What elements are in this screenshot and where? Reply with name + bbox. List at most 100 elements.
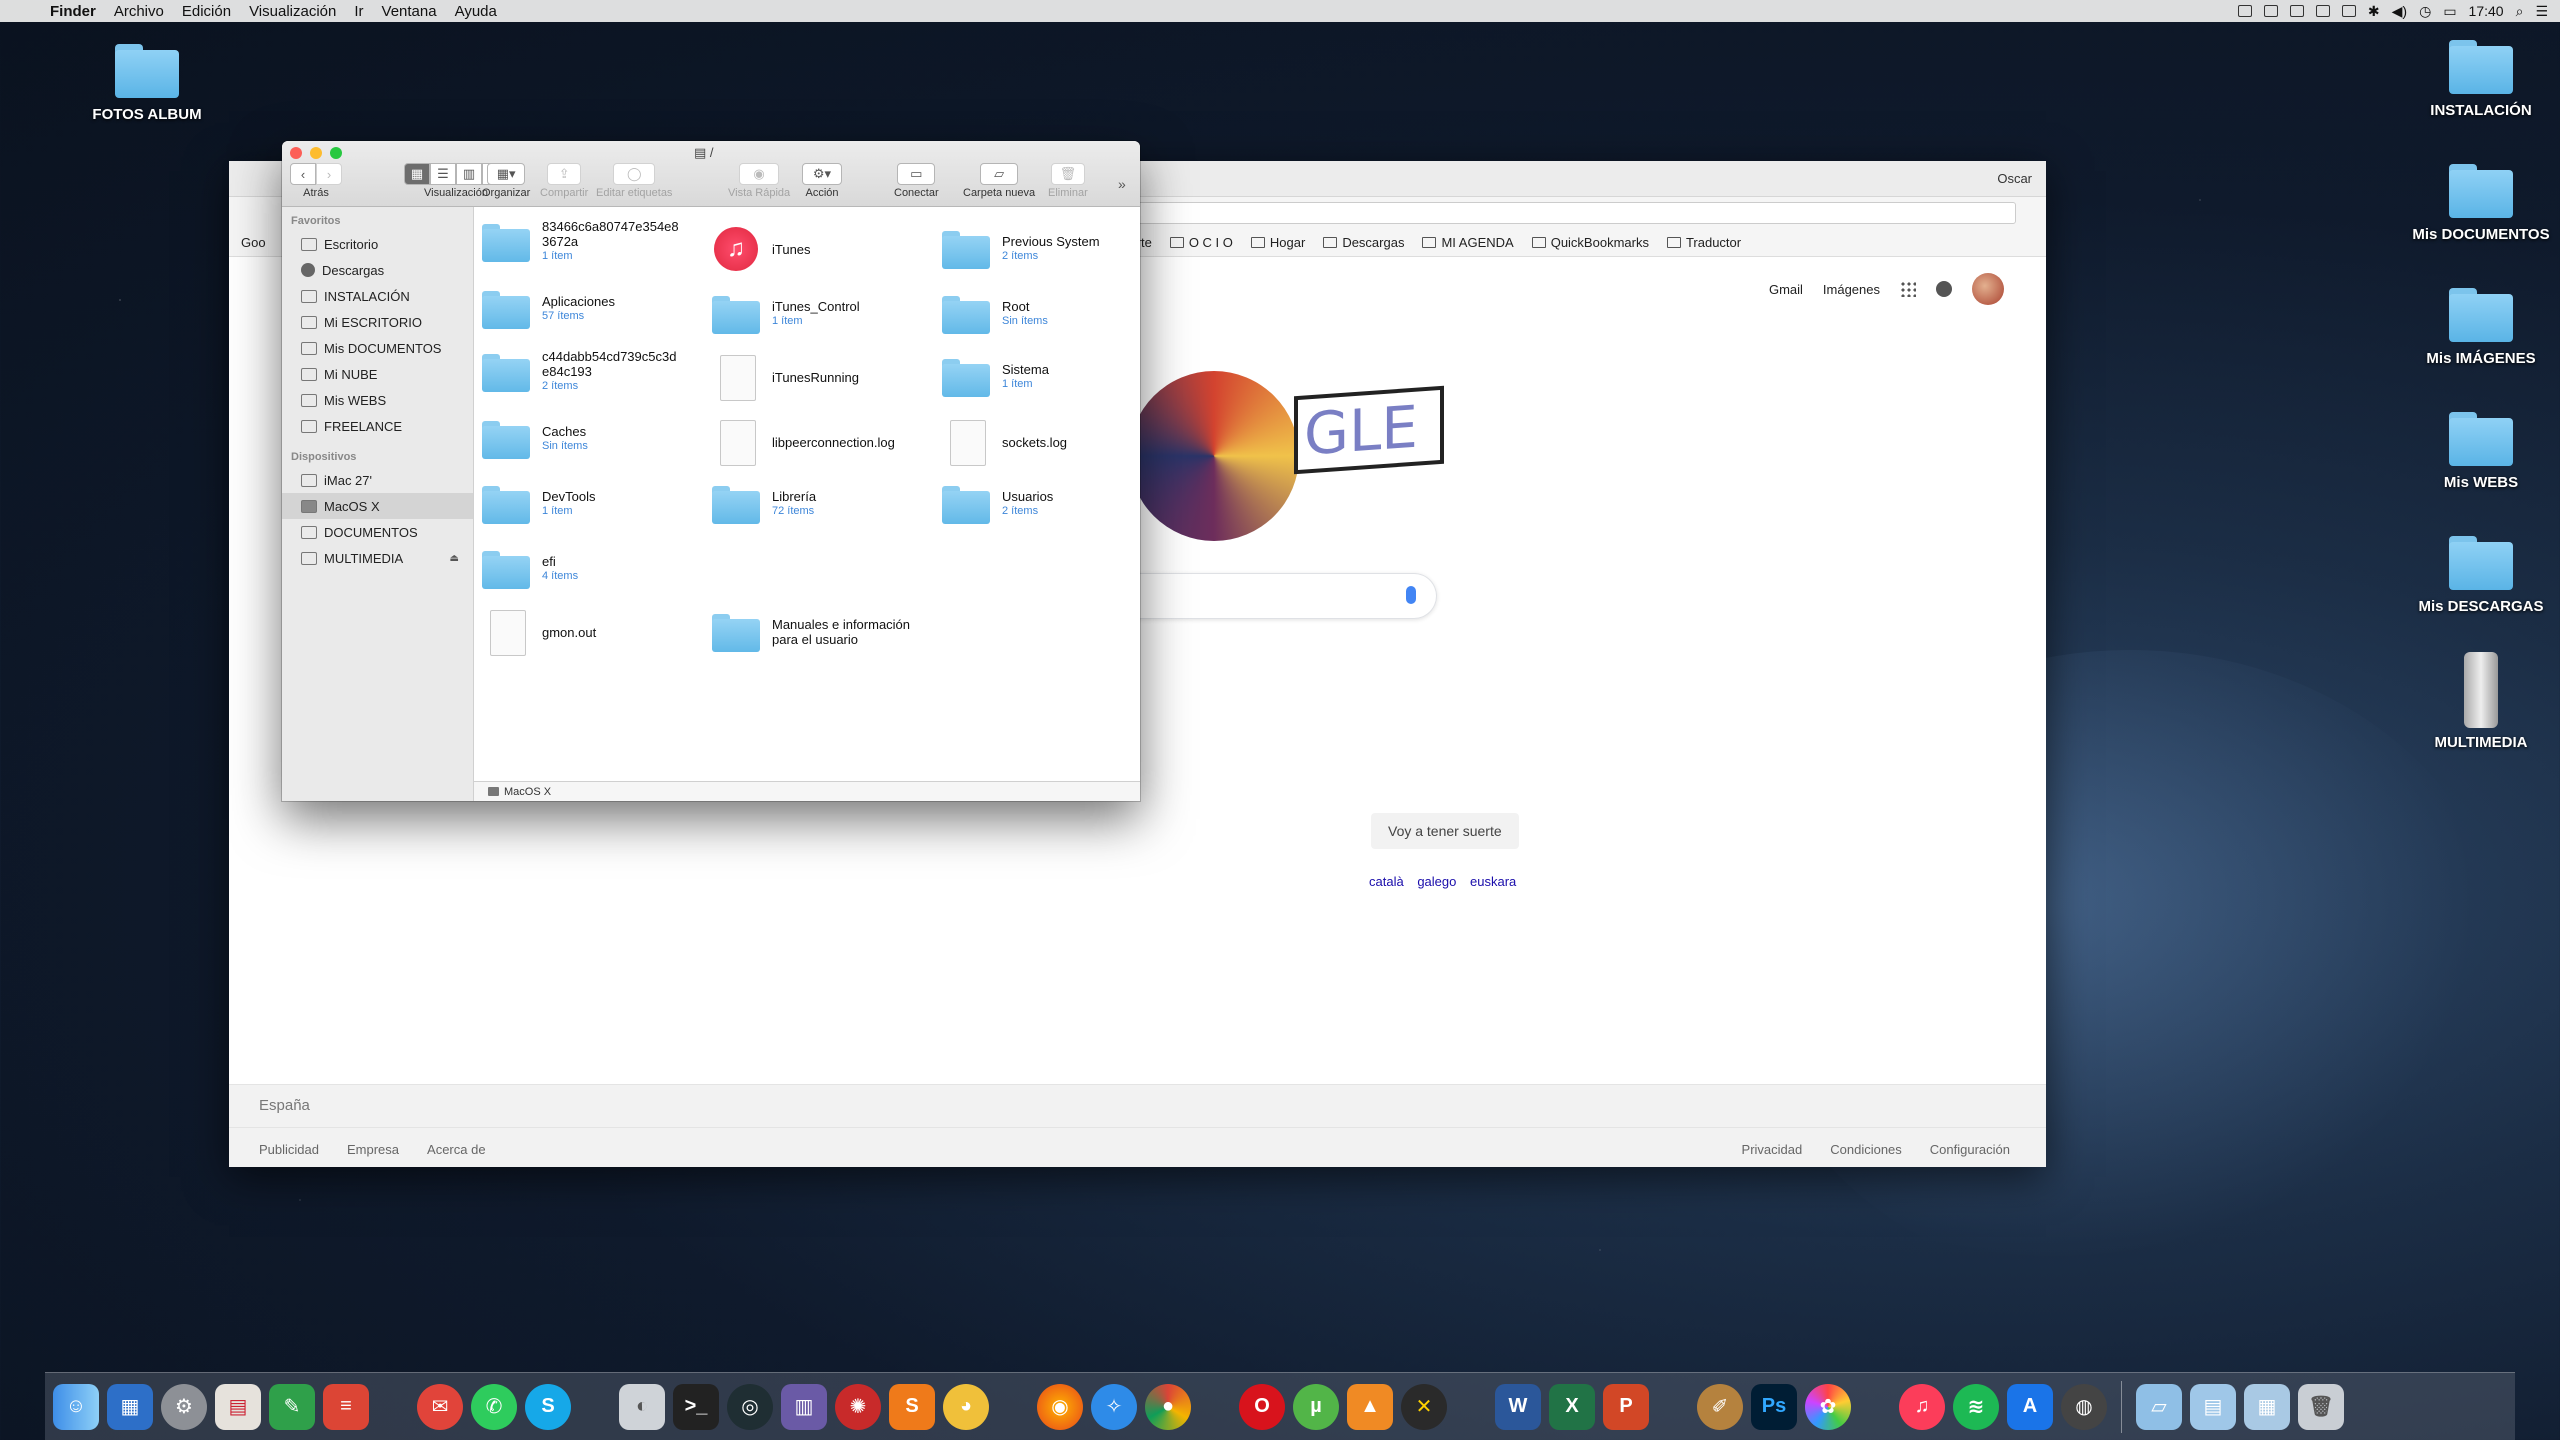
minimize-button[interactable] [310,147,322,159]
finder-dock-icon[interactable]: ☺ [53,1383,99,1430]
file-item[interactable]: Sistema 1 ítem [940,355,1049,399]
file-item[interactable]: Root Sin ítems [940,292,1048,336]
footer-link-publicidad[interactable]: Publicidad [259,1142,319,1157]
file-item[interactable]: 83466c6a80747e354e8 3672a 1 ítem [480,219,679,264]
feeling-lucky-button[interactable]: Voy a tener suerte [1371,813,1519,849]
time-machine-icon[interactable]: ◷ [2419,3,2431,20]
folder-stack-dock-icon[interactable]: ▦ [2244,1383,2290,1430]
photos-dock-icon[interactable]: ✿ [1805,1383,1851,1430]
gmail-link[interactable]: Gmail [1769,282,1803,297]
footer-link-privacidad[interactable]: Privacidad [1742,1142,1803,1157]
firefox-dock-icon[interactable]: ◉ [1037,1383,1083,1430]
whatsapp-dock-icon[interactable]: ✆ [471,1383,517,1430]
google-doodle[interactable]: GLE [1129,371,1541,541]
microphone-icon[interactable] [1406,586,1416,604]
file-item[interactable]: Manuales e información para el usuario [710,610,910,654]
spotify-dock-icon[interactable]: ≋ [1953,1383,1999,1430]
list-view-button[interactable]: ☰ [430,163,456,185]
menu-finder[interactable]: Finder [50,3,96,20]
column-view-button[interactable]: ▥ [456,163,482,185]
forward-button[interactable]: › [316,163,342,185]
photoshop-dock-icon[interactable]: Ps [1751,1383,1797,1430]
status-app-icon[interactable] [2289,5,2304,17]
sidebar-item-mi-nube[interactable]: Mi NUBE [282,361,473,387]
bookmark-mi-agenda[interactable]: MI AGENDA [1422,235,1514,250]
desktop-icon-mis-imagenes[interactable]: Mis IMÁGENES [2396,282,2560,367]
close-button[interactable] [290,147,302,159]
share-button[interactable]: ⇪ [547,163,582,185]
desktop-icon-mis-descargas[interactable]: Mis DESCARGAS [2396,530,2560,615]
desktop-icon-instalacion[interactable]: INSTALACIÓN [2396,34,2560,119]
volume-icon[interactable]: ◀) [2392,3,2407,20]
paintbrush-dock-icon[interactable]: ✐ [1697,1383,1743,1430]
sidebar-item-mi-escritorio[interactable]: Mi ESCRITORIO [282,309,473,335]
bookmark-google[interactable]: Goo [241,235,266,250]
battery-icon[interactable]: ▭ [2443,3,2456,20]
footer-link-configuracion[interactable]: Configuración [1930,1142,2010,1157]
language-link-euskara[interactable]: euskara [1470,874,1516,889]
bookmark-descargas[interactable]: Descargas [1323,235,1404,250]
menu-ventana[interactable]: Ventana [382,3,437,20]
action-button[interactable]: ⚙▾ [802,163,842,185]
file-item[interactable]: Caches Sin ítems [480,417,588,461]
browser-address-bar[interactable] [1129,202,2016,224]
apps-grid-icon[interactable] [1900,281,1916,297]
safari-dock-icon[interactable]: ✧ [1091,1383,1137,1430]
utorrent-dock-icon[interactable]: µ [1293,1383,1339,1430]
file-item[interactable]: Usuarios 2 ítems [940,482,1053,526]
status-app-icon[interactable] [2315,5,2330,17]
app-store-dock-icon[interactable]: A [2007,1383,2053,1430]
trash-dock-icon[interactable]: 🗑 [2298,1383,2344,1430]
desktop-icon-mis-documentos[interactable]: Mis DOCUMENTOS [2396,158,2560,243]
file-item[interactable]: gmon.out [480,610,596,656]
bookmark-traductor[interactable]: Traductor [1666,235,1741,250]
gitkraken-dock-icon[interactable]: ◎ [727,1383,773,1430]
zip-archiver-dock-icon[interactable]: ▥ [781,1383,827,1430]
file-item[interactable]: Previous System 2 ítems [940,227,1100,271]
mission-control-dock-icon[interactable]: ▦ [107,1383,153,1430]
zoom-button[interactable] [330,147,342,159]
delete-button[interactable]: 🗑 [1050,163,1085,185]
bluetooth-icon[interactable]: ✱ [2368,3,2380,20]
sidebar-item-mis-documentos[interactable]: Mis DOCUMENTOS [282,335,473,361]
todoist-dock-icon[interactable]: ≡ [323,1383,369,1430]
mail-status-icon[interactable] [2341,5,2356,17]
skype-dock-icon[interactable]: S [525,1383,571,1430]
sidebar-item-documentos[interactable]: DOCUMENTOS [282,519,473,545]
xampp-dock-icon[interactable]: ✕ [1401,1383,1447,1430]
cyberduck-dock-icon[interactable]: ◕ [943,1383,989,1430]
browser-profile-name[interactable]: Oscar [1997,171,2032,186]
quicklook-button[interactable]: ◉ [739,163,780,185]
bookmark-ocio[interactable]: O C I O [1169,235,1233,250]
language-link-galego[interactable]: galego [1417,874,1456,889]
notifications-bell-icon[interactable] [1936,281,1952,297]
file-item[interactable]: Librería 72 ítems [710,482,816,526]
file-item[interactable]: Aplicaciones 57 ítems [480,287,615,331]
footer-link-empresa[interactable]: Empresa [347,1142,399,1157]
footer-link-acerca[interactable]: Acerca de [427,1142,486,1157]
file-item[interactable]: c44dabb54cd739c5c3d e84c193 2 ítems [480,349,676,394]
menu-edicion[interactable]: Edición [182,3,231,20]
vlc-dock-icon[interactable]: ▲ [1347,1383,1393,1430]
desktop-icon-mis-webs[interactable]: Mis WEBS [2396,406,2560,491]
file-item[interactable]: iTunes_Control 1 ítem [710,292,860,336]
sidebar-item-freelance[interactable]: FREELANCE [282,413,473,439]
sidebar-item-multimedia[interactable]: MULTIMEDIA ⏏ [282,545,473,571]
menu-ayuda[interactable]: Ayuda [455,3,497,20]
sublime-text-dock-icon[interactable]: S [889,1383,935,1430]
system-preferences-dock-icon[interactable]: ⚙ [161,1383,207,1430]
notification-center-icon[interactable]: ☰ [2535,3,2548,20]
chrome-dock-icon[interactable]: ● [1145,1383,1191,1430]
powerpoint-dock-icon[interactable]: P [1603,1383,1649,1430]
status-app-icon[interactable] [2237,5,2252,17]
icon-view-button[interactable]: ▦ [404,163,430,185]
calendar-dock-icon[interactable]: ▤ [215,1383,261,1430]
menu-archivo[interactable]: Archivo [114,3,164,20]
path-bar-item[interactable]: MacOS X [504,786,551,798]
menu-ir[interactable]: Ir [354,3,363,20]
file-item[interactable]: efi 4 ítems [480,547,578,591]
audio-app-dock-icon[interactable]: ◍ [2061,1383,2107,1430]
google-search-input[interactable] [1129,573,1437,619]
status-app-icon[interactable] [2263,5,2278,17]
opera-dock-icon[interactable]: O [1239,1383,1285,1430]
